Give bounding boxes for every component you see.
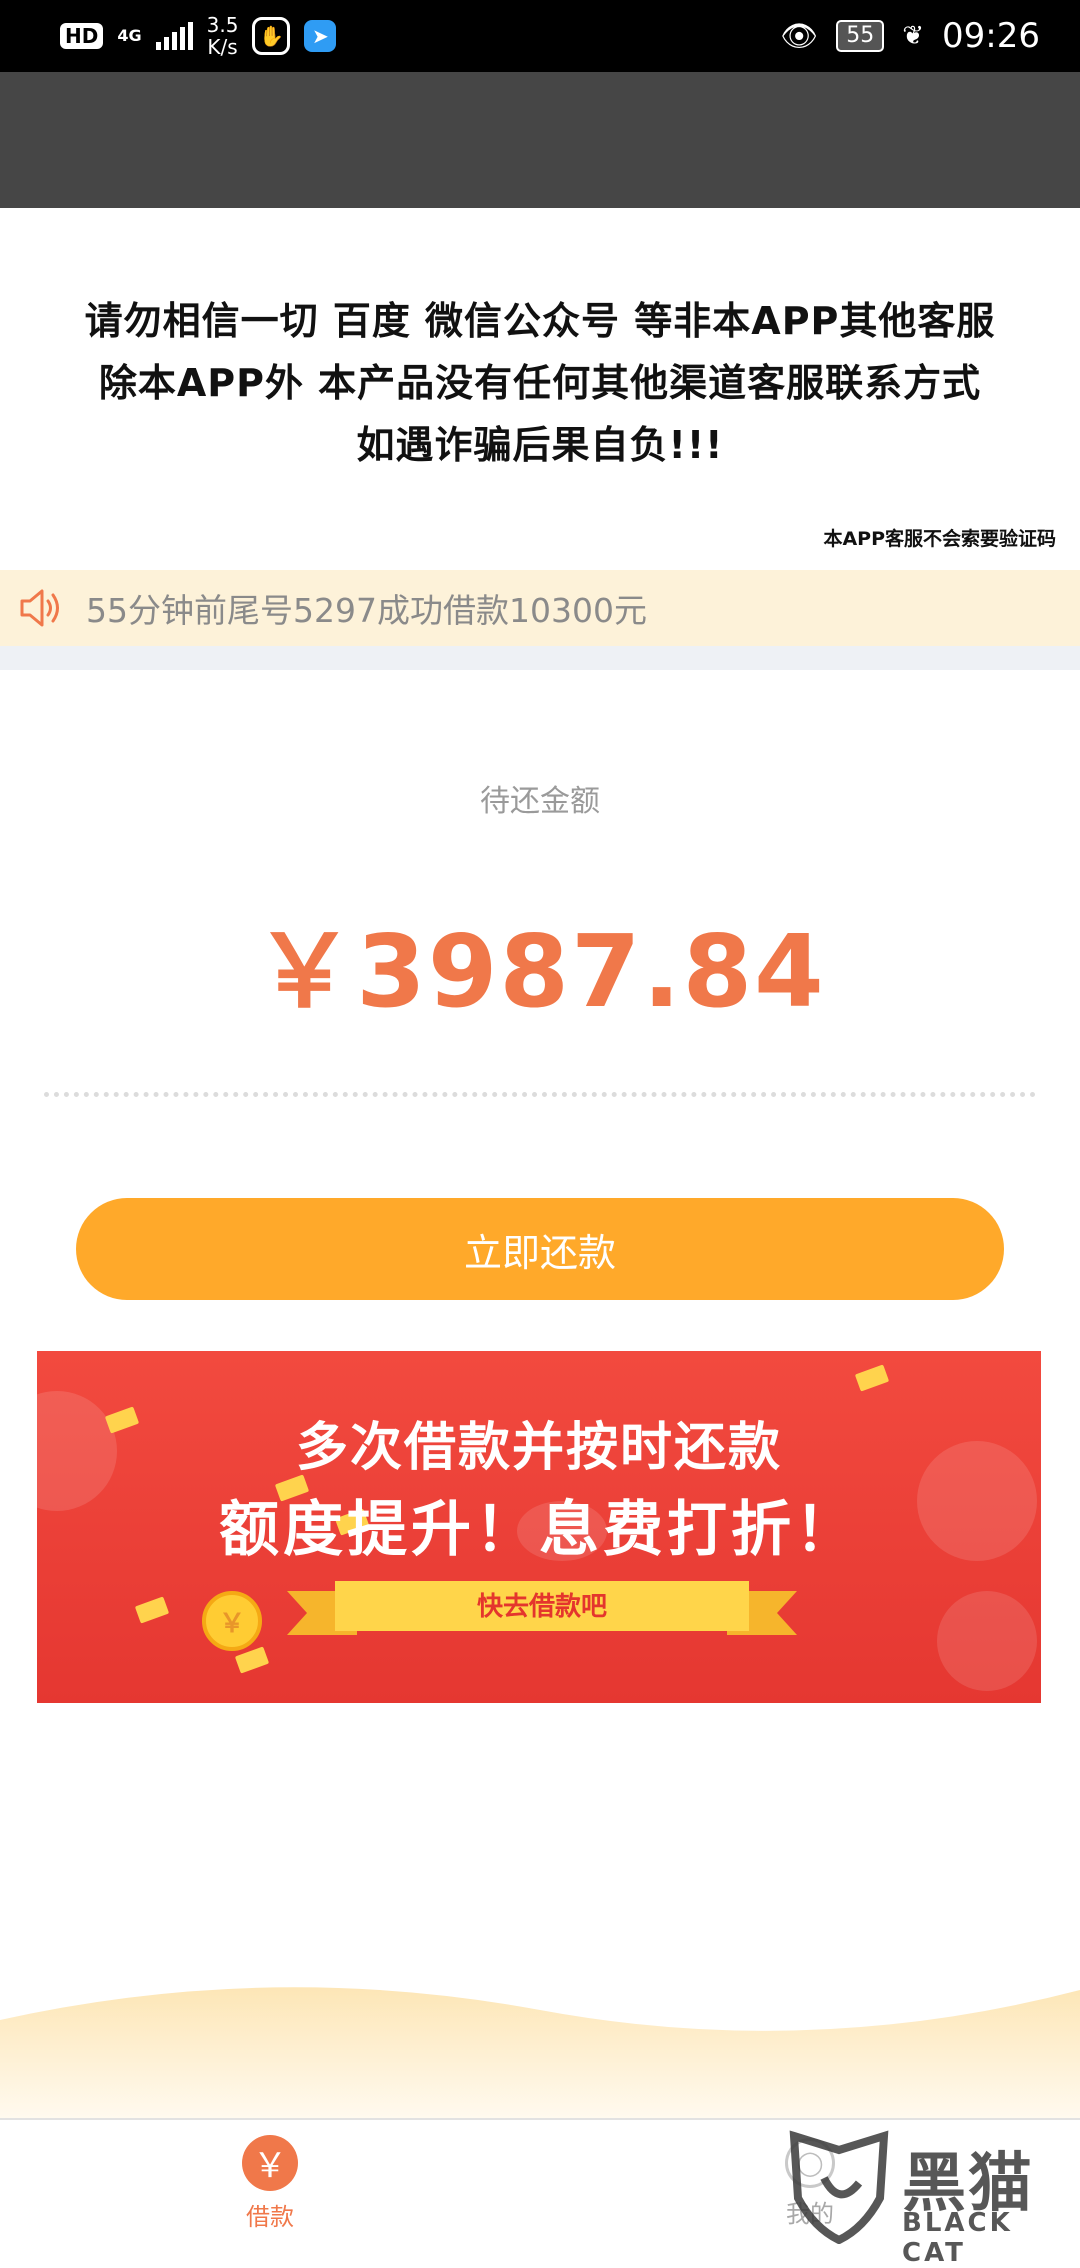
repay-now-button[interactable]: 立即还款 <box>76 1198 1004 1300</box>
warning-notice: 请勿相信一切 百度 微信公众号 等非本APP其他客服 除本APP外 本产品没有任… <box>0 290 1080 476</box>
yuan-icon: ￥ <box>242 2134 298 2191</box>
eye-comfort-icon: 👁 <box>780 18 819 54</box>
black-cat-watermark: 黑猫 BLACK CAT <box>784 2128 1074 2268</box>
battery-indicator: 55 <box>836 20 885 52</box>
bill-icon <box>234 1646 270 1674</box>
amount-due-label: 待还金额 <box>480 784 600 819</box>
speaker-icon <box>20 589 59 627</box>
banner-headline: 多次借款并按时还款 <box>295 1418 782 1478</box>
notice-line-1: 请勿相信一切 百度 微信公众号 等非本APP其他客服 <box>84 299 996 343</box>
app-header-bar <box>0 72 1080 208</box>
banner-subheadline: 额度提升！息费打折！ <box>219 1495 859 1565</box>
notice-line-2: 除本APP外 本产品没有任何其他渠道客服联系方式 <box>98 361 982 405</box>
decorative-wave <box>0 1987 1080 2120</box>
bill-icon <box>854 1364 890 1392</box>
hd-icon: HD <box>60 23 104 49</box>
coin-icon: ￥ <box>202 1591 262 1651</box>
verification-code-note: 本APP客服不会索要验证码 <box>823 528 1056 550</box>
loan-ticker: 55分钟前尾号5297成功借款10300元 <box>0 570 1080 646</box>
bill-icon <box>134 1596 170 1624</box>
watermark-subtext: BLACK CAT <box>902 2208 1013 2268</box>
tab-loan-label: 借款 <box>246 2202 294 2231</box>
signal-icon <box>155 22 193 50</box>
clock: 09:26 <box>942 16 1040 56</box>
hand-app-icon: ✋ <box>252 17 291 55</box>
notice-line-3: 如遇诈骗后果自负!!! <box>356 423 724 467</box>
tab-loan[interactable]: ￥ 借款 <box>170 2120 370 2246</box>
network-type: 4G <box>117 26 142 45</box>
cat-shield-logo <box>789 2130 889 2245</box>
dotted-divider <box>44 1092 1036 1097</box>
section-divider <box>0 646 1080 670</box>
network-speed: 3.5 K/s <box>206 13 239 59</box>
status-bar: HD 4G 3.5 K/s ✋ ➤ 👁 55 ❦ 09:26 <box>0 0 1080 72</box>
ticker-text: 55分钟前尾号5297成功借款10300元 <box>86 591 647 630</box>
promo-banner[interactable]: ￥ 多次借款并按时还款 额度提升！息费打折！ 快去借款吧 <box>37 1351 1041 1703</box>
power-saving-leaf-icon: ❦ <box>902 21 925 51</box>
banner-cta-ribbon[interactable]: 快去借款吧 <box>287 1577 797 1643</box>
messenger-app-icon: ➤ <box>304 20 337 52</box>
amount-due-value: ￥3987.84 <box>254 913 826 1030</box>
banner-cta-text: 快去借款吧 <box>476 1592 607 1622</box>
